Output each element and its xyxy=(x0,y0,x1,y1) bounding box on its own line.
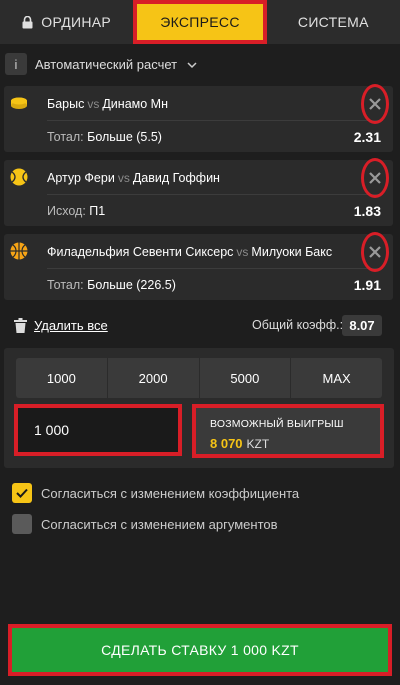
bet-teams: Барыс vs Динамо Мн xyxy=(47,97,168,111)
quick-amount-5000[interactable]: 5000 xyxy=(200,358,292,398)
possible-win-amount: 8 070 xyxy=(210,436,243,451)
vs-label: vs xyxy=(236,245,249,259)
tab-system-label: СИСТЕМА xyxy=(297,14,369,30)
bet-card: Барыс vs Динамо Мн Тотал: Больше (5.5) 2.3… xyxy=(4,84,393,152)
team-away: Милуоки Бакс xyxy=(251,245,333,259)
remove-bet-button[interactable] xyxy=(361,232,389,272)
coupon-summary: Удалить все Общий коэфф.: 8.07 xyxy=(0,314,400,338)
basketball-icon xyxy=(10,242,28,260)
close-icon xyxy=(369,172,381,184)
divider xyxy=(47,120,383,121)
team-home: Барыс xyxy=(47,97,85,111)
market-label: Тотал: xyxy=(47,130,84,144)
auto-calc-label: Автоматический расчет xyxy=(35,56,178,72)
market-value: Больше (5.5) xyxy=(87,130,162,144)
tab-express[interactable]: ЭКСПРЕСС xyxy=(133,0,267,44)
remove-bet-button[interactable] xyxy=(361,84,389,124)
lock-icon xyxy=(22,15,33,28)
bet-odds: 1.83 xyxy=(353,203,381,219)
stake-input[interactable]: 1 000 xyxy=(14,404,182,456)
bet-market: Тотал: Больше (5.5) xyxy=(47,130,162,144)
quick-amount-2000[interactable]: 2000 xyxy=(108,358,200,398)
bet-teams: Артур Фери vs Давид Гоффин xyxy=(47,171,220,185)
bet-card: Филадельфия Севенти Сиксерс vs Милуоки Бак… xyxy=(4,232,393,300)
bet-odds: 1.91 xyxy=(353,277,381,293)
info-icon[interactable]: i xyxy=(5,53,27,75)
team-home: Артур Фери xyxy=(47,171,115,185)
bet-odds: 2.31 xyxy=(353,129,381,145)
checkmark-icon xyxy=(16,488,28,498)
tab-single[interactable]: ОРДИНАР xyxy=(0,0,133,44)
quick-amount-1000[interactable]: 1000 xyxy=(16,358,108,398)
market-label: Тотал: xyxy=(47,278,84,292)
accept-odds-change-checkbox[interactable] xyxy=(12,483,32,503)
bet-card: Артур Фери vs Давид Гоффин Исход: П1 1.83 xyxy=(4,158,393,226)
close-icon xyxy=(369,246,381,258)
total-odds-label: Общий коэфф.: xyxy=(252,318,344,332)
market-label: Исход: xyxy=(47,204,86,218)
tab-express-label: ЭКСПРЕСС xyxy=(160,14,240,30)
stake-panel: 1000 2000 5000 MAX 1 000 ВОЗМОЖНЫЙ ВЫИГР… xyxy=(4,348,394,468)
divider xyxy=(47,194,383,195)
tab-single-label: ОРДИНАР xyxy=(41,14,112,30)
hockey-puck-icon xyxy=(11,97,27,109)
team-home: Филадельфия Севенти Сиксерс xyxy=(47,245,234,259)
possible-win-currency: KZT xyxy=(246,437,270,451)
vs-label: vs xyxy=(87,97,100,111)
quick-amount-max[interactable]: MAX xyxy=(291,358,382,398)
chevron-down-icon xyxy=(187,61,197,68)
vs-label: vs xyxy=(117,171,130,185)
remove-bet-button[interactable] xyxy=(361,158,389,198)
possible-win-value: 8 070 KZT xyxy=(210,436,269,451)
accept-args-change-label[interactable]: Согласиться с изменением аргументов xyxy=(41,517,278,532)
auto-calc-dropdown[interactable]: Автоматический расчет xyxy=(35,57,197,72)
possible-win-box: ВОЗМОЖНЫЙ ВЫИГРЫШ 8 070 KZT xyxy=(192,404,384,458)
bet-market: Исход: П1 xyxy=(47,204,105,218)
trash-icon[interactable] xyxy=(14,318,27,333)
delete-all-link[interactable]: Удалить все xyxy=(34,318,108,333)
bet-type-tabs: ОРДИНАР ЭКСПРЕСС СИСТЕМА xyxy=(0,0,400,44)
total-odds-value: 8.07 xyxy=(342,315,382,336)
place-bet-button[interactable]: СДЕЛАТЬ СТАВКУ 1 000 KZT xyxy=(8,624,392,676)
team-away: Динамо Мн xyxy=(102,97,168,111)
auto-calc-row: i Автоматический расчет xyxy=(0,52,197,76)
bet-teams: Филадельфия Севенти Сиксерс vs Милуоки Бак… xyxy=(47,245,332,259)
market-value: П1 xyxy=(89,204,106,218)
accept-args-change-checkbox[interactable] xyxy=(12,514,32,534)
quick-amounts: 1000 2000 5000 MAX xyxy=(16,358,382,398)
possible-win-label: ВОЗМОЖНЫЙ ВЫИГРЫШ xyxy=(210,418,344,430)
market-value: Больше (226.5) xyxy=(87,278,176,292)
close-icon xyxy=(369,98,381,110)
tennis-ball-icon xyxy=(10,168,28,186)
divider xyxy=(47,268,383,269)
tab-system[interactable]: СИСТЕМА xyxy=(267,0,400,44)
accept-odds-change-label[interactable]: Согласиться с изменением коэффициента xyxy=(41,486,299,501)
team-away: Давид Гоффин xyxy=(132,171,220,185)
bet-market: Тотал: Больше (226.5) xyxy=(47,278,176,292)
